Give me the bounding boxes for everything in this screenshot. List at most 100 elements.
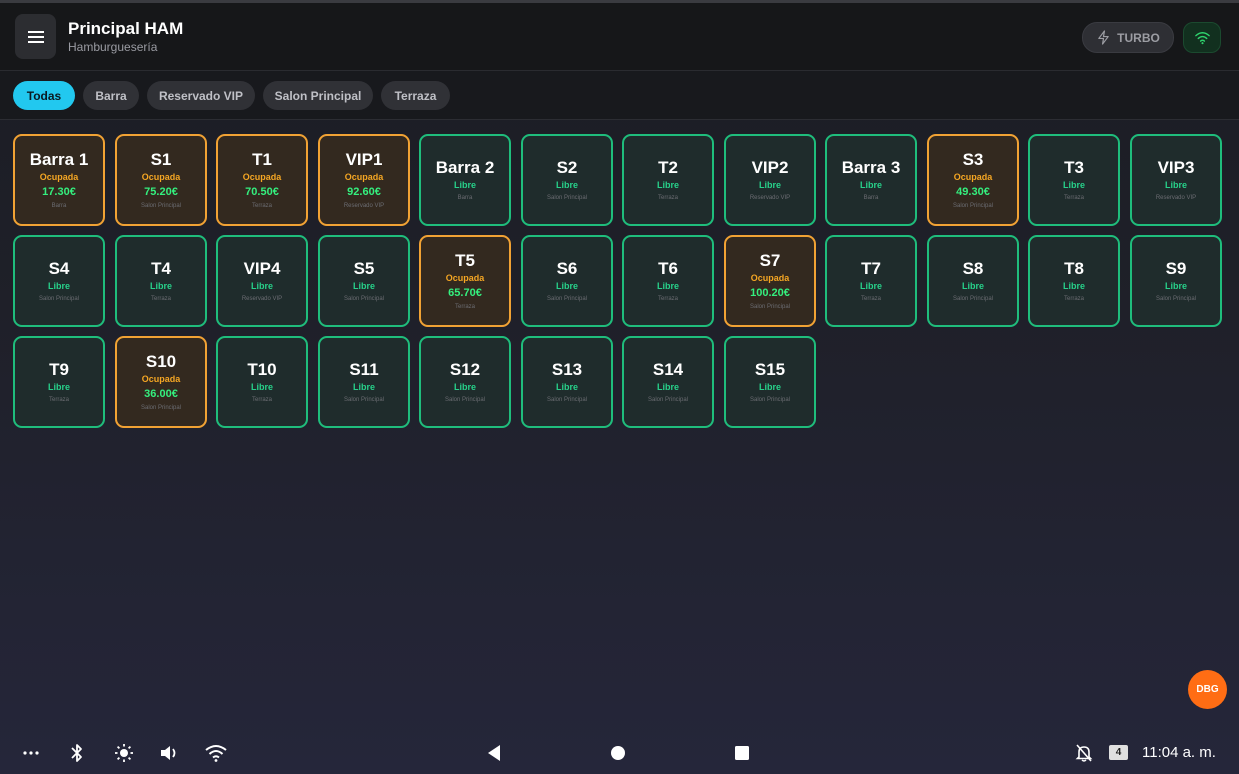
table-card[interactable]: T8 Libre Terraza [1028, 235, 1120, 327]
table-card[interactable]: S10 Ocupada 36.00€ Salon Principal [115, 336, 207, 428]
table-amount: 36.00€ [144, 388, 178, 400]
table-name: T1 [252, 150, 272, 169]
table-card[interactable]: T9 Libre Terraza [13, 336, 105, 428]
table-amount: 92.60€ [347, 186, 381, 198]
table-zone: Terraza [657, 195, 678, 201]
table-card[interactable]: S1 Ocupada 75.20€ Salon Principal [115, 134, 207, 226]
table-name: S5 [353, 259, 375, 278]
table-status: Libre [1062, 281, 1085, 291]
table-card[interactable]: Barra 3 Libre Barra [825, 134, 917, 226]
table-status: Libre [859, 180, 882, 190]
table-card[interactable]: T7 Libre Terraza [825, 235, 917, 327]
table-name: T2 [658, 158, 678, 177]
table-zone: Salon Principal [343, 397, 385, 403]
table-zone: Terraza [48, 397, 69, 403]
table-amount: 65.70€ [448, 287, 482, 299]
recents-icon[interactable] [732, 743, 752, 763]
table-card[interactable]: S7 Ocupada 100.20€ Salon Principal [724, 235, 816, 327]
table-name: T5 [455, 251, 475, 270]
table-status: Ocupada [242, 172, 282, 182]
table-card[interactable]: S13 Libre Salon Principal [521, 336, 613, 428]
table-card[interactable]: S3 Ocupada 49.30€ Salon Principal [927, 134, 1019, 226]
table-status: Libre [555, 281, 578, 291]
table-status: Libre [352, 281, 375, 291]
lightning-bolt-icon [1098, 30, 1109, 45]
table-card[interactable]: S12 Libre Salon Principal [419, 336, 511, 428]
table-card[interactable]: S15 Libre Salon Principal [724, 336, 816, 428]
table-card[interactable]: Barra 1 Ocupada 17.30€ Barra [13, 134, 105, 226]
table-name: T3 [1064, 158, 1084, 177]
zone-filter-bar: Todas Barra Reservado VIP Salon Principa… [0, 71, 1239, 120]
table-card[interactable]: VIP4 Libre Reservado VIP [216, 235, 308, 327]
table-name: S13 [551, 360, 583, 379]
table-card[interactable]: S14 Libre Salon Principal [622, 336, 714, 428]
menu-button[interactable] [15, 14, 56, 59]
table-card[interactable]: T6 Libre Terraza [622, 235, 714, 327]
table-zone: Salon Principal [546, 397, 588, 403]
table-name: VIP2 [751, 158, 789, 177]
tab-terraza[interactable]: Terraza [381, 81, 450, 110]
table-status: Libre [961, 281, 984, 291]
table-zone: Terraza [1063, 195, 1084, 201]
table-name: Barra 1 [29, 150, 89, 169]
volume-icon[interactable] [159, 742, 181, 764]
notification-count-badge: 4 [1109, 745, 1128, 760]
tab-label: Salon Principal [274, 88, 362, 103]
table-card[interactable]: S8 Libre Salon Principal [927, 235, 1019, 327]
table-card[interactable]: S5 Libre Salon Principal [318, 235, 410, 327]
table-name: S15 [754, 360, 786, 379]
table-card[interactable]: S4 Libre Salon Principal [13, 235, 105, 327]
bluetooth-icon[interactable] [66, 742, 88, 764]
wifi-icon [1194, 32, 1210, 45]
table-status: Libre [453, 180, 476, 190]
table-status: Libre [250, 382, 273, 392]
debug-button[interactable]: DBG [1188, 670, 1227, 709]
table-name: S4 [48, 259, 70, 278]
table-status: Ocupada [344, 172, 384, 182]
table-card[interactable]: VIP1 Ocupada 92.60€ Reservado VIP [318, 134, 410, 226]
table-status: Libre [758, 180, 781, 190]
more-dots-icon[interactable] [20, 742, 42, 764]
tab-reservado-vip[interactable]: Reservado VIP [147, 81, 255, 110]
table-name: VIP3 [1157, 158, 1195, 177]
table-card[interactable]: VIP2 Libre Reservado VIP [724, 134, 816, 226]
table-name: T4 [151, 259, 171, 278]
table-card[interactable]: T1 Ocupada 70.50€ Terraza [216, 134, 308, 226]
table-zone: Salon Principal [444, 397, 486, 403]
table-card[interactable]: T4 Libre Terraza [115, 235, 207, 327]
tab-salon-principal[interactable]: Salon Principal [263, 81, 373, 110]
table-grid: Barra 1 Ocupada 17.30€ Barra S1 Ocupada 75.20€… [13, 134, 1225, 430]
table-card[interactable]: T3 Libre Terraza [1028, 134, 1120, 226]
table-zone: Salon Principal [38, 296, 80, 302]
table-card[interactable]: S11 Libre Salon Principal [318, 336, 410, 428]
table-card[interactable]: VIP3 Libre Reservado VIP [1130, 134, 1222, 226]
tab-todas[interactable]: Todas [13, 81, 75, 110]
table-card[interactable]: T5 Ocupada 65.70€ Terraza [419, 235, 511, 327]
table-status: Ocupada [141, 172, 181, 182]
table-status: Libre [453, 382, 476, 392]
table-card[interactable]: S9 Libre Salon Principal [1130, 235, 1222, 327]
tab-label: Reservado VIP [158, 88, 244, 103]
table-card[interactable]: T10 Libre Terraza [216, 336, 308, 428]
table-status: Libre [859, 281, 882, 291]
table-card[interactable]: S6 Libre Salon Principal [521, 235, 613, 327]
back-icon[interactable] [484, 743, 504, 763]
table-zone: Salon Principal [546, 296, 588, 302]
table-zone: Salon Principal [749, 397, 791, 403]
table-card[interactable]: T2 Libre Terraza [622, 134, 714, 226]
connection-status-button[interactable] [1183, 22, 1221, 53]
table-status: Ocupada [445, 273, 485, 283]
turbo-button[interactable]: TURBO [1082, 22, 1174, 53]
brightness-icon[interactable] [113, 742, 135, 764]
table-zone: Salon Principal [343, 296, 385, 302]
home-icon[interactable] [608, 743, 628, 763]
table-name: S6 [556, 259, 578, 278]
table-card[interactable]: Barra 2 Libre Barra [419, 134, 511, 226]
tab-barra[interactable]: Barra [83, 81, 139, 110]
table-status: Libre [47, 281, 70, 291]
table-amount: 49.30€ [956, 186, 990, 198]
table-status: Libre [656, 281, 679, 291]
table-card[interactable]: S2 Libre Salon Principal [521, 134, 613, 226]
wifi-icon[interactable] [204, 742, 228, 764]
table-name: S12 [449, 360, 481, 379]
